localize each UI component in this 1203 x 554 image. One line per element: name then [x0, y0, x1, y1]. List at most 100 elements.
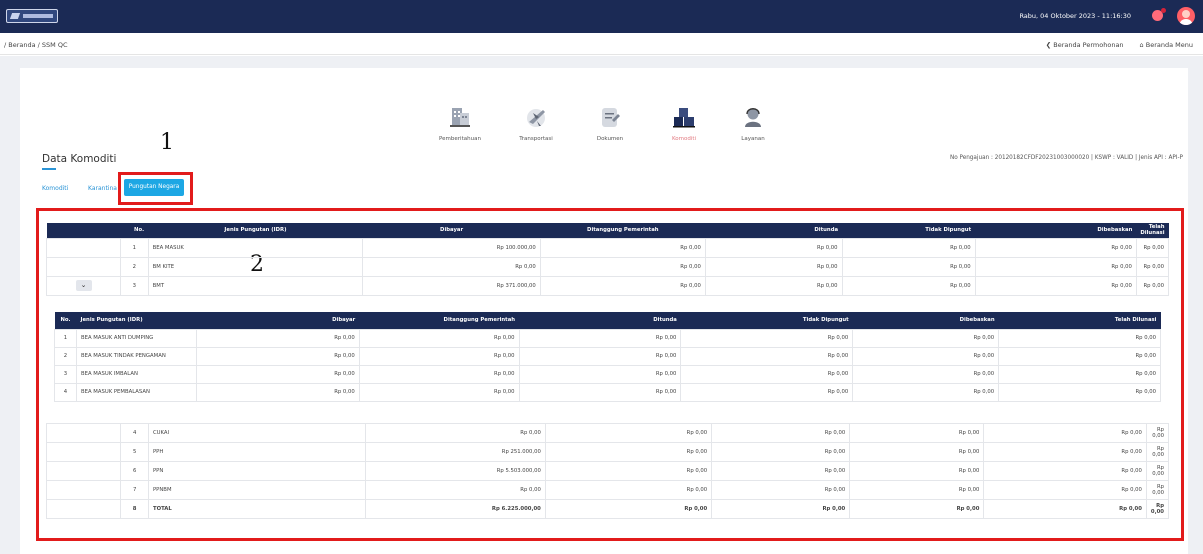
sub-row-no: 4: [54, 382, 77, 402]
row-value: Rp 0,00: [1145, 423, 1170, 443]
sub-row-value: Rp 0,00: [680, 364, 854, 384]
table-row: 6 PPN Rp 5.503.000,00 Rp 0,00 Rp 0,00 Rp 0,00…: [45, 461, 1170, 481]
annotation-box-1: [118, 172, 193, 205]
sub-row-value: Rp 0,00: [195, 382, 360, 402]
row-value: Rp 0,00: [704, 275, 843, 296]
row-value: Rp 0,00: [841, 256, 976, 277]
row-value: Rp 0,00: [841, 237, 976, 258]
app-logo[interactable]: [6, 9, 58, 23]
table-row: 5 PPH Rp 251.000,00 Rp 0,00 Rp 0,00 Rp 0,00 Rp…: [45, 442, 1170, 462]
table-row: 2 BM KITE Rp 0,00 Rp 0,00 Rp 0,00 Rp 0,00 Rp 0…: [46, 256, 1170, 277]
row-no: 7: [120, 480, 149, 500]
breadcrumb[interactable]: / Beranda / SSM QC: [4, 41, 68, 49]
submission-info: No Pengajuan : 20120182CFDF2023100300002…: [949, 155, 1183, 161]
sub-row-no: 3: [54, 364, 77, 384]
pungutan-table: No. Jenis Pungutan (IDR) Dibayar Ditangg…: [46, 223, 1170, 296]
row-value: Rp 0,00: [849, 499, 985, 519]
row-jenis: PPH: [147, 442, 367, 462]
sub-row-jenis: BEA MASUK ANTI DUMPING: [75, 328, 197, 348]
header-telah-dilunasi: Telah Dilunasi: [1136, 223, 1169, 238]
sub-row-value: Rp 0,00: [358, 382, 520, 402]
row-value: Rp 371.000,00: [362, 275, 541, 296]
row-value: Rp 0,00: [1135, 275, 1170, 296]
row-value: Rp 0,00: [983, 480, 1147, 500]
row-value: Rp 0,00: [983, 442, 1147, 462]
beranda-permohonan-link[interactable]: ❮ Beranda Permohonan: [1046, 41, 1124, 49]
sub-row-value: Rp 0,00: [998, 382, 1161, 402]
row-value: Rp 0,00: [711, 461, 851, 481]
beranda-menu-link[interactable]: ⌂ Beranda Menu: [1140, 41, 1193, 49]
header-dibebaskan: Dibebaskan: [975, 223, 1137, 238]
row-no: 6: [120, 461, 149, 481]
datetime-display: Rabu, 04 Oktober 2023 - 11:16:30: [1019, 12, 1131, 20]
sub-row-value: Rp 0,00: [358, 328, 520, 348]
sub-row-value: Rp 0,00: [680, 346, 854, 366]
boxes-icon: [671, 104, 697, 130]
row-value: Rp 0,00: [544, 461, 713, 481]
row-value: Rp 251.000,00: [365, 442, 546, 462]
row-value: Rp 0,00: [539, 256, 706, 277]
title-underline: [42, 168, 56, 170]
notification-badge: [1161, 8, 1166, 13]
sub-table-row: 1 BEA MASUK ANTI DUMPING Rp 0,00 Rp 0,00 Rp …: [54, 328, 1161, 348]
sub-row-value: Rp 0,00: [358, 364, 520, 384]
table-row: 1 BEA MASUK Rp 100.000,00 Rp 0,00 Rp 0,00 Rp …: [46, 237, 1170, 258]
page-title: Data Komoditi: [42, 153, 117, 165]
row-value: Rp 0,00: [849, 423, 985, 443]
table-row: ⌄ 3 BMT Rp 371.000,00 Rp 0,00 Rp 0,00 Rp 0,00 R…: [46, 275, 1170, 296]
row-value: Rp 0,00: [704, 237, 843, 258]
row-value: Rp 0,00: [1145, 442, 1170, 462]
sub-row-value: Rp 0,00: [852, 382, 1000, 402]
row-no: 4: [120, 423, 149, 443]
row-value: Rp 0,00: [711, 480, 851, 500]
sub-row-value: Rp 0,00: [518, 346, 682, 366]
menu-dokumen[interactable]: Dokumen: [580, 104, 640, 142]
document-icon: [597, 104, 623, 130]
pungutan-table-continued: 4 CUKAI Rp 0,00 Rp 0,00 Rp 0,00 Rp 0,00 Rp 0,0…: [45, 423, 1170, 519]
header-ditanggung: Ditanggung Pemerintah: [540, 223, 706, 238]
sub-row-value: Rp 0,00: [518, 364, 682, 384]
row-value: Rp 5.503.000,00: [365, 461, 546, 481]
header-dibayar: Dibayar: [362, 223, 541, 238]
row-value: Rp 0,00: [711, 499, 851, 519]
expand-cell: ⌄: [46, 275, 121, 296]
row-value: Rp 0,00: [544, 480, 713, 500]
sub-row-value: Rp 0,00: [518, 382, 682, 402]
row-value: Rp 0,00: [544, 499, 713, 519]
row-value: Rp 0,00: [539, 275, 706, 296]
sub-row-value: Rp 0,00: [195, 364, 360, 384]
row-value: Rp 0,00: [711, 442, 851, 462]
menu-layanan[interactable]: Layanan: [723, 104, 783, 142]
building-icon: [447, 104, 473, 130]
table-row: 8 TOTAL Rp 6.225.000,00 Rp 0,00 Rp 0,00 Rp 0,…: [45, 499, 1170, 519]
row-value: Rp 0,00: [1145, 480, 1170, 500]
user-avatar[interactable]: [1177, 7, 1195, 25]
sub-row-value: Rp 0,00: [998, 346, 1161, 366]
row-jenis: CUKAI: [147, 423, 367, 443]
table-row: 7 PPNBM Rp 0,00 Rp 0,00 Rp 0,00 Rp 0,00 Rp 0,0…: [45, 480, 1170, 500]
sub-row-value: Rp 0,00: [998, 364, 1161, 384]
row-value: Rp 0,00: [983, 499, 1147, 519]
row-no: 5: [120, 442, 149, 462]
table-row: 4 CUKAI Rp 0,00 Rp 0,00 Rp 0,00 Rp 0,00 Rp 0,0…: [45, 423, 1170, 443]
sub-row-value: Rp 0,00: [680, 328, 854, 348]
row-jenis: TOTAL: [147, 499, 367, 519]
sub-row-no: 1: [54, 328, 77, 348]
tab-karantina[interactable]: Karantina: [88, 185, 117, 192]
row-no: 1: [120, 237, 149, 258]
menu-pemberitahuan[interactable]: Pemberitahuan: [430, 104, 490, 142]
menu-transportasi[interactable]: Transportasi: [506, 104, 566, 142]
row-jenis: BEA MASUK: [147, 237, 364, 258]
row-value: Rp 0,00: [711, 423, 851, 443]
tab-komoditi[interactable]: Komoditi: [42, 185, 68, 192]
chevron-down-icon[interactable]: ⌄: [75, 280, 92, 291]
row-jenis: BM KITE: [147, 256, 364, 277]
row-value: Rp 0,00: [365, 480, 546, 500]
sub-row-value: Rp 0,00: [852, 364, 1000, 384]
row-value: Rp 0,00: [974, 256, 1137, 277]
support-agent-icon: [740, 104, 766, 130]
row-value: Rp 0,00: [362, 256, 541, 277]
menu-komoditi[interactable]: Komoditi: [654, 104, 714, 142]
sub-row-value: Rp 0,00: [195, 328, 360, 348]
sub-table-row: 4 BEA MASUK PEMBALASAN Rp 0,00 Rp 0,00 Rp 0,…: [54, 382, 1161, 402]
